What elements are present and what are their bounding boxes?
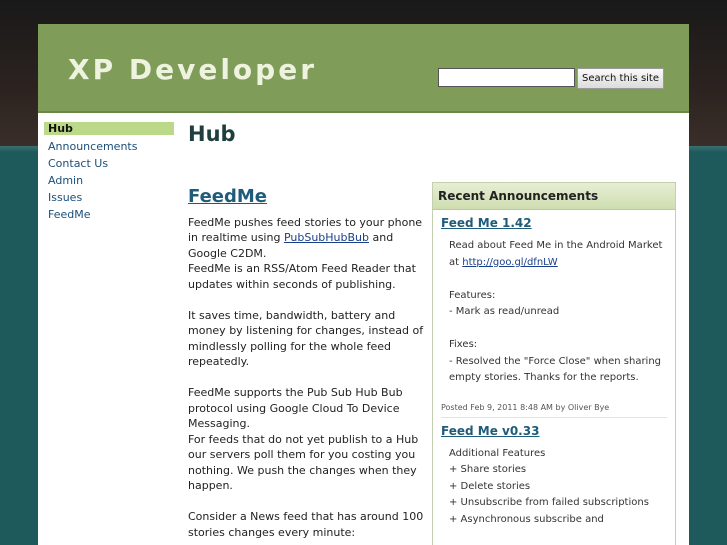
search-input[interactable] [438,68,575,87]
feature-item: + Delete stories [449,480,531,492]
feature-item: + Unsubscribe from failed subscriptions [449,497,649,508]
page-title: Hub [188,122,236,146]
announcement-posted-info: Posted Feb 9, 2011 8:48 AM by Oliver Bye [441,403,667,418]
fixes-label: Fixes: [449,339,478,350]
search-button[interactable]: Search this site [577,68,664,89]
intro-text-line2: FeedMe is an RSS/Atom Feed Reader that u… [188,262,416,291]
sidebar-item-hub[interactable]: Hub [44,122,174,135]
fix-item: - Resolved the "Force Close" when sharin… [449,355,662,384]
sidebar-item-admin[interactable]: Admin [44,172,174,189]
announcements-header: Recent Announcements [433,183,675,210]
polling-text: For feeds that do not yet publish to a H… [188,432,419,493]
sidebar-item-feedme[interactable]: FeedMe [44,206,174,223]
pubsubhubbub-link[interactable]: PubSubHubBub [284,231,369,244]
android-market-link[interactable]: http://goo.gl/dfnLW [462,257,557,268]
feature-item: - Mark as read/unread [449,306,560,317]
announcement-title-link-2[interactable]: Feed Me v0.33 [441,424,675,438]
site-header: XP Developer Search this site [38,24,689,113]
page-container: XP Developer Search this site Hub Announ… [38,24,689,545]
sidebar-nav: Hub Announcements Contact Us Admin Issue… [44,122,174,223]
sidebar-item-issues[interactable]: Issues [44,189,174,206]
announcement-body: Read about Feed Me in the Android Market… [449,238,667,387]
paragraph-intro: FeedMe pushes feed stories to your phone… [188,215,428,293]
paragraph-example: Consider a News feed that has around 100… [188,510,424,539]
sidebar-item-announcements[interactable]: Announcements [44,138,174,155]
site-title[interactable]: XP Developer [68,53,317,86]
sidebar-item-contact-us[interactable]: Contact Us [44,155,174,172]
paragraph-savings: It saves time, bandwidth, battery and mo… [188,308,424,369]
feedme-heading[interactable]: FeedMe [188,188,428,205]
feature-item: + Asynchronous subscribe and [449,513,604,525]
paragraph-protocol: FeedMe supports the Pub Sub Hub Bub prot… [188,385,428,494]
feature-item: + Share stories [449,464,527,475]
recent-announcements-panel: Recent Announcements Feed Me 1.42 Read a… [432,182,676,545]
additional-features-label: Additional Features [449,447,546,459]
announcement-body-2: Additional Features + Share stories + De… [449,446,667,529]
main-content: FeedMe FeedMe pushes feed stories to you… [188,188,428,545]
protocol-text: FeedMe supports the Pub Sub Hub Bub prot… [188,386,403,430]
announcement-title-link[interactable]: Feed Me 1.42 [441,216,675,230]
features-label: Features: [449,289,496,301]
